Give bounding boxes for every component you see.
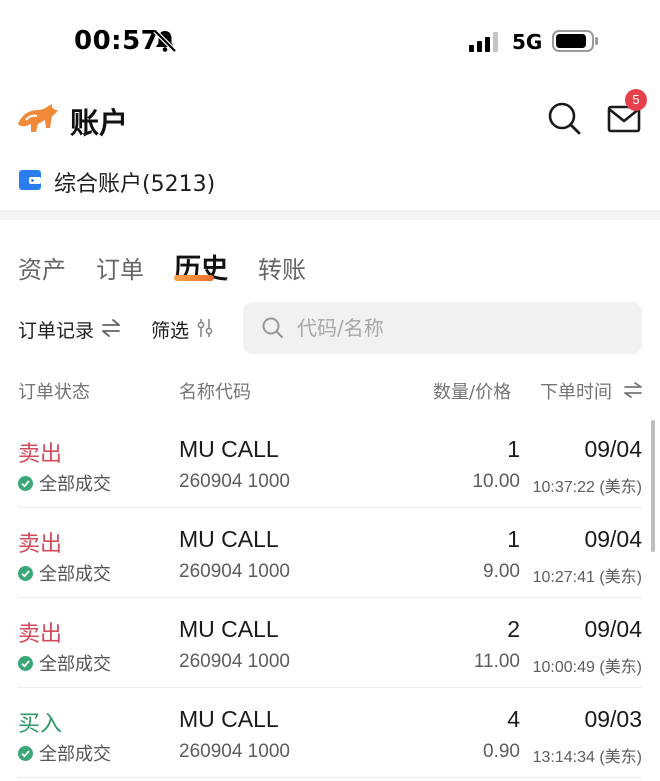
order-status-text: 全部成交 — [39, 564, 111, 585]
order-status: 全部成交 — [18, 740, 111, 766]
order-date: 09/04 — [584, 616, 642, 642]
order-qty: 4 — [507, 706, 520, 732]
instrument-code: 260904 1000 — [179, 471, 290, 492]
check-circle-icon — [18, 655, 33, 671]
tab-assets[interactable]: 资产 — [18, 250, 66, 285]
search-input[interactable] — [297, 302, 617, 354]
bull-logo-icon — [18, 104, 58, 132]
order-status: 全部成交 — [18, 650, 111, 676]
sort-swap-icon[interactable] — [624, 382, 642, 398]
order-side: 买入 — [18, 712, 63, 737]
instrument-code: 260904 1000 — [179, 561, 290, 582]
search-icon — [262, 317, 284, 339]
order-qty: 1 — [507, 526, 520, 552]
instrument-code: 260904 1000 — [179, 741, 290, 762]
col-name-code: 名称代码 — [179, 382, 251, 403]
order-time: 10:37:22 (美东) — [532, 479, 642, 496]
instrument-name: MU CALL — [179, 616, 279, 642]
check-circle-icon — [18, 565, 33, 581]
search-icon[interactable] — [546, 100, 582, 136]
instrument-name: MU CALL — [179, 526, 279, 552]
instrument-code: 260904 1000 — [179, 651, 290, 672]
table-row[interactable]: 卖出 全部成交 MU CALL 260904 1000 1 9.00 09/04… — [0, 508, 660, 598]
order-status-text: 全部成交 — [39, 474, 111, 495]
order-side: 卖出 — [18, 622, 63, 647]
active-tab-indicator — [174, 275, 214, 281]
order-price: 11.00 — [473, 651, 520, 672]
network-label: 5G — [512, 30, 543, 54]
page-title: 账户 — [70, 106, 129, 140]
filter-bar: 订单记录 筛选 — [0, 300, 660, 356]
instrument-name: MU CALL — [179, 706, 279, 732]
col-order-status: 订单状态 — [18, 382, 90, 403]
col-qty-price: 数量/价格 — [433, 382, 512, 403]
tab-bar: 资产 订单 历史 转账 — [0, 246, 660, 296]
order-time: 10:27:41 (美东) — [532, 569, 642, 586]
check-circle-icon — [18, 475, 33, 491]
order-time: 10:00:49 (美东) — [532, 659, 642, 676]
row-divider — [18, 777, 642, 778]
battery-icon — [552, 30, 598, 52]
order-price: 10.00 — [472, 471, 520, 492]
swap-icon[interactable] — [101, 319, 121, 337]
table-row[interactable]: 卖出 全部成交 MU CALL 260904 1000 1 10.00 09/0… — [0, 418, 660, 508]
col-order-time[interactable]: 下单时间 — [540, 378, 612, 404]
order-side: 卖出 — [18, 442, 63, 467]
order-qty: 1 — [507, 436, 520, 462]
status-bar: 00:57 5G — [0, 0, 660, 82]
order-status: 全部成交 — [18, 560, 111, 586]
order-qty: 2 — [507, 616, 520, 642]
order-price: 9.00 — [483, 561, 520, 582]
filter-button[interactable]: 筛选 — [151, 316, 189, 343]
filter-sliders-icon[interactable] — [196, 318, 214, 338]
search-box[interactable] — [243, 302, 642, 354]
instrument-name: MU CALL — [179, 436, 279, 462]
app-header: 账户 — [0, 90, 660, 150]
table-row[interactable]: 买入 全部成交 MU CALL 260904 1000 4 0.90 09/03… — [0, 688, 660, 778]
scrollbar[interactable] — [651, 420, 655, 552]
order-side: 卖出 — [18, 532, 63, 557]
wallet-icon — [19, 170, 41, 190]
order-price: 0.90 — [483, 741, 520, 762]
table-row[interactable]: 卖出 全部成交 MU CALL 260904 1000 2 11.00 09/0… — [0, 598, 660, 688]
order-status-text: 全部成交 — [39, 744, 111, 765]
check-circle-icon — [18, 745, 33, 761]
order-status: 全部成交 — [18, 470, 111, 496]
tab-transfer[interactable]: 转账 — [258, 250, 306, 285]
order-date: 09/03 — [584, 706, 642, 732]
order-status-text: 全部成交 — [39, 654, 111, 675]
account-selector[interactable]: 综合账户(5213) — [0, 160, 660, 204]
order-time: 13:14:34 (美东) — [532, 749, 642, 766]
order-record-dropdown[interactable]: 订单记录 — [18, 316, 94, 343]
order-date: 09/04 — [584, 436, 642, 462]
mail-badge: 5 — [625, 89, 647, 111]
section-divider — [0, 210, 660, 220]
tab-orders[interactable]: 订单 — [96, 250, 144, 285]
order-date: 09/04 — [584, 526, 642, 552]
account-name: 综合账户(5213) — [54, 172, 216, 197]
signal-icon — [469, 32, 498, 52]
status-time: 00:57 — [74, 26, 160, 56]
bell-slash-icon — [153, 29, 177, 53]
table-header: 订单状态 名称代码 数量/价格 下单时间 — [0, 374, 660, 408]
